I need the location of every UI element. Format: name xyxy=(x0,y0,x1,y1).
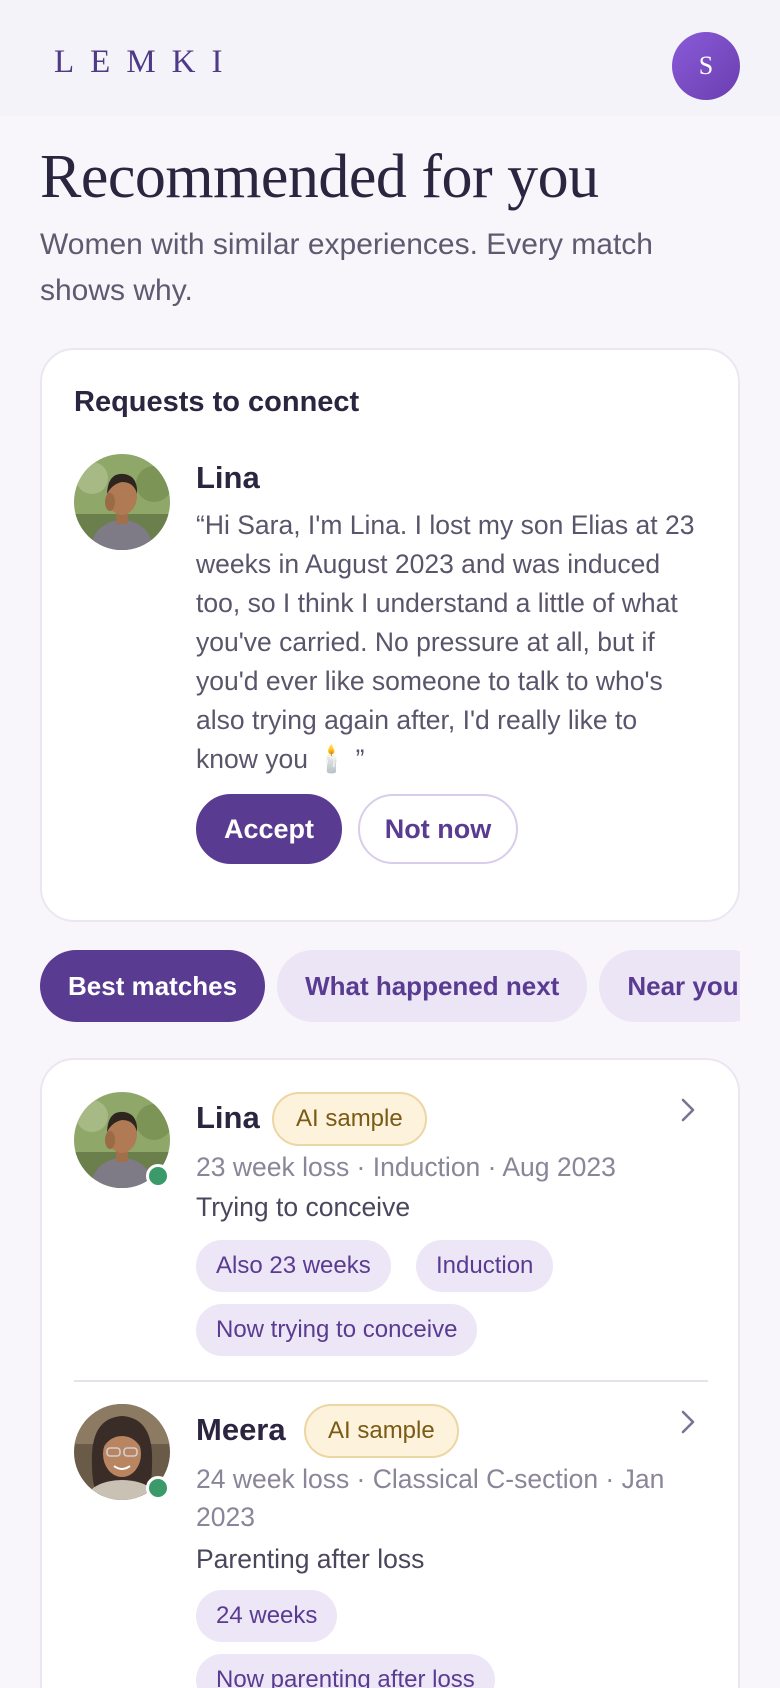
request-name: Lina xyxy=(196,460,260,495)
request-message: “Hi Sara, I'm Lina. I lost my son Elias … xyxy=(196,510,695,774)
online-status-icon xyxy=(146,1164,170,1188)
matches-card: Lina AI sample 23 week loss · Induction … xyxy=(40,1058,740,1688)
match-status: Parenting after loss xyxy=(196,1544,425,1574)
top-bar: LEMKI S xyxy=(0,0,780,116)
filter-tabs: Best matches What happened next Near you xyxy=(40,950,740,1022)
chevron-right-icon[interactable] xyxy=(674,1096,702,1124)
chevron-right-icon[interactable] xyxy=(674,1408,702,1436)
ai-sample-badge: AI sample xyxy=(304,1404,459,1458)
match-chip: 24 weeks xyxy=(196,1590,338,1642)
match-status: Trying to conceive xyxy=(196,1192,411,1222)
match-chip: Now trying to conceive xyxy=(196,1304,478,1356)
divider xyxy=(74,1380,708,1382)
match-name: Meera xyxy=(196,1412,286,1447)
match-meta: 23 week loss · Induction · Aug 2023 xyxy=(196,1152,616,1182)
match-name: Lina xyxy=(196,1100,260,1135)
request-avatar[interactable] xyxy=(74,454,170,550)
accept-button[interactable]: Accept xyxy=(196,794,342,864)
user-avatar[interactable]: S xyxy=(672,32,740,100)
match-meta: 24 week loss · Classical C-section · Jan… xyxy=(196,1464,665,1532)
ai-sample-badge: AI sample xyxy=(272,1092,427,1146)
tab-best-matches[interactable]: Best matches xyxy=(40,950,266,1022)
match-chip: Induction xyxy=(416,1240,554,1292)
tab-near-you[interactable]: Near you xyxy=(599,950,740,1022)
requests-title: Requests to connect xyxy=(74,386,360,418)
match-chip: Now parenting after loss xyxy=(196,1654,495,1688)
not-now-button[interactable]: Not now xyxy=(358,794,518,864)
tab-what-happened-next[interactable]: What happened next xyxy=(277,950,588,1022)
app-logo[interactable]: LEMKI xyxy=(54,44,238,81)
match-chip: Also 23 weeks xyxy=(196,1240,391,1292)
page-subtitle: Women with similar experiences. Every ma… xyxy=(40,228,653,307)
online-status-icon xyxy=(146,1476,170,1500)
page-title: Recommended for you xyxy=(40,143,599,211)
requests-card: Requests to connect Lina “Hi Sara, I'm L… xyxy=(40,348,740,922)
